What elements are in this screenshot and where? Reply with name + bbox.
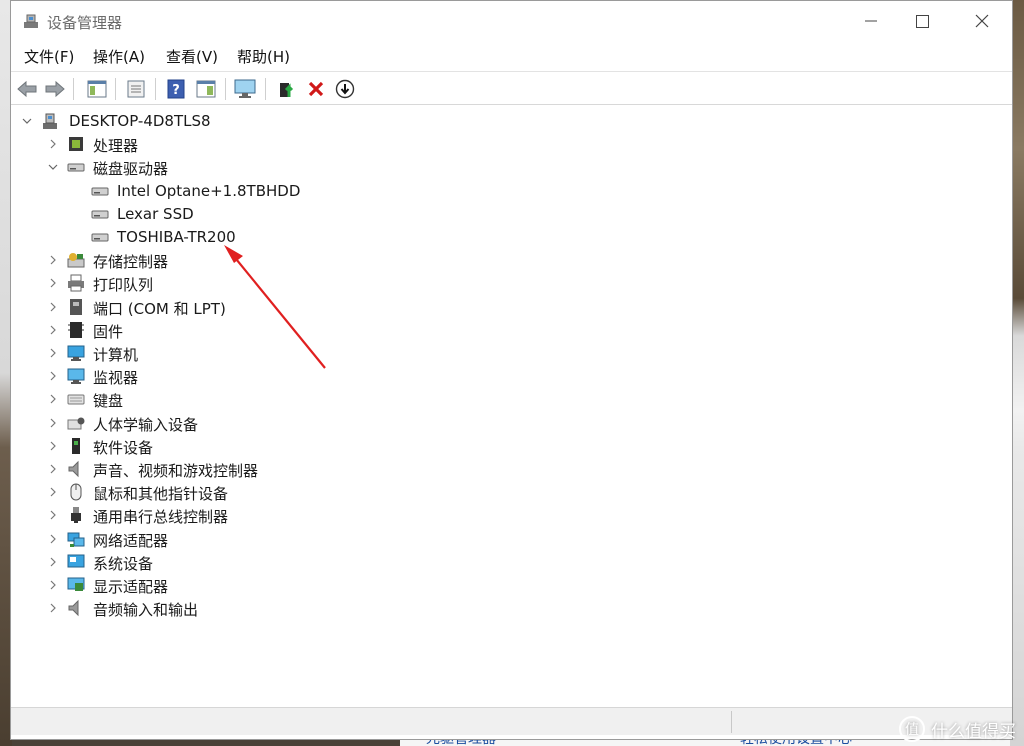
watermark-logo: 值 <box>899 716 925 742</box>
red-annotation-arrow <box>224 245 326 369</box>
watermark: 值 什么值得买 <box>899 716 1016 742</box>
watermark-text: 什么值得买 <box>931 721 1016 742</box>
